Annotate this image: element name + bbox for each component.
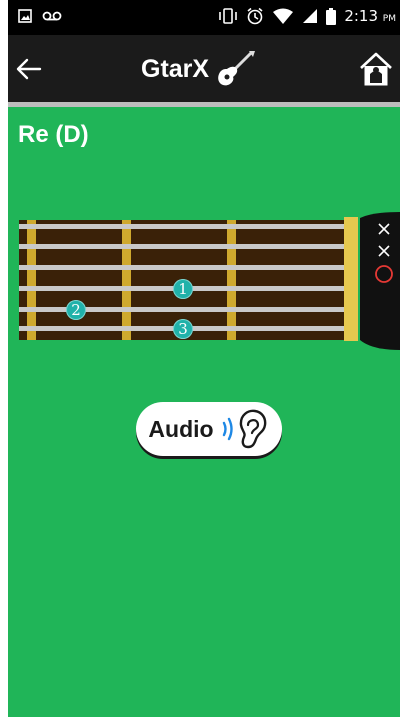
guitar-icon	[218, 51, 256, 86]
finger-dot-2: 2	[66, 300, 86, 320]
fret-marker	[27, 220, 36, 340]
app-title-group: GtarX	[141, 49, 257, 89]
fret-marker	[122, 220, 131, 340]
fret-marker	[227, 220, 236, 340]
vibrate-icon	[219, 8, 238, 24]
status-bar: 2:13 PM	[8, 0, 400, 35]
guitar-string	[19, 224, 358, 229]
alarm-icon	[247, 7, 263, 25]
ampm-text: PM	[382, 14, 396, 24]
guitar-headstock	[360, 212, 400, 350]
ear-sound-icon	[222, 409, 266, 449]
battery-icon	[326, 7, 337, 25]
clock-time: 2:13 PM	[344, 7, 396, 25]
finger-dot-3: 3	[173, 319, 193, 339]
back-arrow-icon[interactable]	[12, 52, 46, 86]
voicemail-icon	[42, 11, 62, 21]
main-content: Re (D) 1 2 3 Audio	[8, 107, 400, 717]
wifi-icon	[273, 8, 294, 24]
app-title: GtarX	[141, 54, 210, 83]
finger-dot-1: 1	[173, 279, 193, 299]
audio-button-label: Audio	[148, 415, 214, 442]
fretboard: 1 2 3	[19, 220, 358, 340]
time-text: 2:13	[344, 7, 379, 25]
audio-button[interactable]: Audio	[136, 402, 282, 456]
home-icon[interactable]	[358, 50, 394, 88]
guitar-string	[19, 244, 358, 249]
chord-title: Re (D)	[18, 121, 89, 148]
guitar-nut	[344, 217, 358, 341]
app-bar: GtarX	[8, 35, 400, 102]
signal-icon	[303, 9, 318, 23]
guitar-string	[19, 265, 358, 270]
image-icon	[18, 9, 32, 23]
